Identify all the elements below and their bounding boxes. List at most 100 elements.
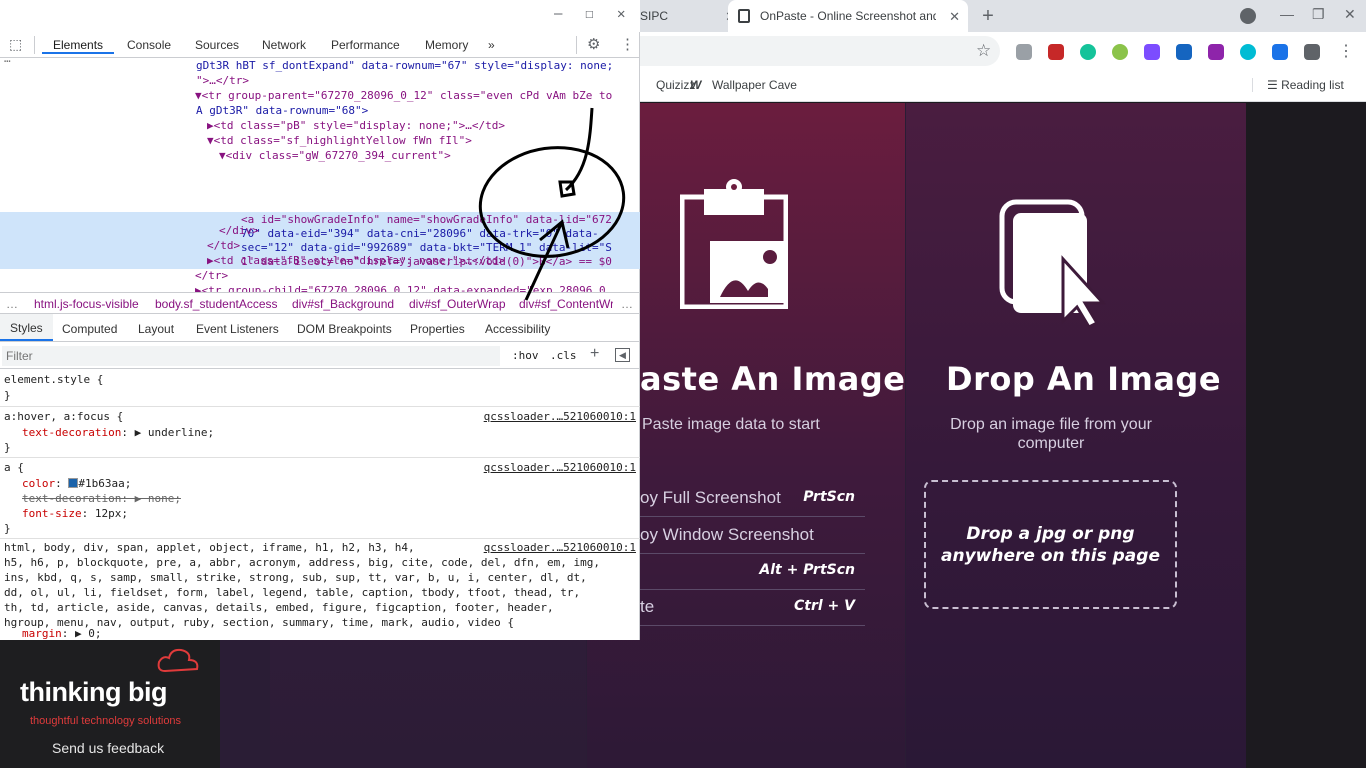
close-icon[interactable]: ✕ <box>617 6 625 22</box>
extension-icon[interactable] <box>1112 44 1128 60</box>
dom-line[interactable]: </tr> <box>195 268 228 283</box>
maximize-icon[interactable]: ☐ <box>585 6 593 22</box>
breadcrumb: … html.js-focus-visible body.sf_studentA… <box>0 292 640 314</box>
address-bar[interactable] <box>640 36 1000 66</box>
subtab-styles[interactable]: Styles <box>0 314 53 341</box>
bookmark-wallpaper-cave[interactable]: Wallpaper Cave <box>712 78 797 92</box>
dom-line[interactable]: ">…</tr> <box>196 73 249 88</box>
breadcrumb-item[interactable]: html.js-focus-visible <box>34 297 139 311</box>
add-rule-icon[interactable]: + <box>590 345 599 363</box>
extension-icon[interactable] <box>1176 44 1192 60</box>
shortcut-row-full[interactable]: oy Full Screenshot PrtScn <box>640 481 865 517</box>
zoom-icon[interactable] <box>1272 44 1288 60</box>
new-tab-button[interactable]: + <box>978 0 998 32</box>
extension-icon[interactable] <box>1144 44 1160 60</box>
dom-line[interactable]: ▶<td class="fB" style="display: none;">…… <box>207 253 505 268</box>
property-value: 12px; <box>94 507 128 520</box>
devtools-tabs: ⬚ Elements Console Sources Network Perfo… <box>0 32 640 58</box>
breadcrumb-item[interactable]: div#sf_OuterWrap <box>409 297 506 311</box>
rule-source-link[interactable]: qcssloader.…521060010:1 <box>484 409 636 424</box>
close-window-icon[interactable]: ✕ <box>1344 6 1356 23</box>
grammarly-icon[interactable] <box>1080 44 1096 60</box>
subtab-layout[interactable]: Layout <box>138 322 174 336</box>
breadcrumb-more[interactable]: … <box>621 297 633 311</box>
divider <box>576 36 577 54</box>
extension-icon[interactable] <box>1208 44 1224 60</box>
more-options-icon[interactable]: ⋮ <box>620 35 635 53</box>
subtab-computed[interactable]: Computed <box>62 322 117 336</box>
style-declaration[interactable]: margin: ▶ 0; <box>22 626 102 640</box>
tab-sipc[interactable]: SIPC ✕ <box>640 0 736 32</box>
rule-selector: dd, ol, ul, li, fieldset, form, label, l… <box>4 586 581 599</box>
property-name: text-decoration <box>22 426 122 439</box>
divider <box>0 457 640 458</box>
breadcrumb-item[interactable]: div#sf_Background <box>292 297 394 311</box>
rule-selector: html, body, div, span, applet, object, i… <box>4 541 415 554</box>
extension-icon[interactable] <box>1016 44 1032 60</box>
dom-line[interactable]: ▼<tr group-parent="67270_28096_0_12" cla… <box>195 88 612 103</box>
tab-search-icon[interactable] <box>1240 8 1256 24</box>
tab-performance[interactable]: Performance <box>331 38 400 52</box>
dom-line[interactable]: </div> <box>219 223 259 238</box>
style-declaration[interactable]: text-decoration: ▶ underline; <box>22 425 214 440</box>
dom-line[interactable]: ▼<div class="gW_67270_394_current"> <box>219 148 451 163</box>
gear-icon[interactable]: ⚙ <box>587 35 600 53</box>
tab-console[interactable]: Console <box>127 38 171 52</box>
restore-icon[interactable]: ❐ <box>1312 6 1325 23</box>
breadcrumb-more[interactable]: … <box>6 297 18 311</box>
dom-line[interactable]: ▼<td class="sf_highlightYellow fWn fIl"> <box>207 133 472 148</box>
close-icon[interactable]: ✕ <box>949 9 960 25</box>
logo-tagline: thoughtful technology solutions <box>30 715 182 727</box>
subtab-properties[interactable]: Properties <box>410 322 465 336</box>
shortcut-row-window-key[interactable]: Alt + PrtScn <box>640 554 865 590</box>
breadcrumb-item[interactable]: div#sf_ContentWr <box>519 297 613 311</box>
shortcut-key: Alt + PrtScn <box>759 562 855 578</box>
color-swatch[interactable] <box>68 478 79 488</box>
style-declaration[interactable]: color: #1b63aa; <box>22 476 131 491</box>
shortcut-row-paste[interactable]: te Ctrl + V <box>640 590 865 626</box>
minimize-icon[interactable]: — <box>554 6 562 22</box>
tab-memory[interactable]: Memory <box>425 38 468 52</box>
element-style-selector: element.style { <box>4 373 104 386</box>
style-declaration[interactable]: font-size: 12px; <box>22 506 128 521</box>
toggle-sidebar-icon[interactable]: ◀ <box>615 348 630 362</box>
dropzone[interactable]: Drop a jpg or png anywhere on this page <box>924 480 1177 609</box>
dom-line[interactable]: gDt3R hBT sf_dontExpand" data-rownum="67… <box>196 58 613 73</box>
tab-strip: SIPC ✕ OnPaste - Online Screenshot and ✕… <box>640 0 1366 32</box>
dom-line[interactable]: </td> <box>207 238 240 253</box>
dom-line[interactable]: 70" data-eid="394" data-cni="28096" data… <box>241 226 599 241</box>
paste-title: aste An Image <box>640 360 906 398</box>
menu-icon[interactable]: ⋮ <box>1338 41 1354 61</box>
tab-network[interactable]: Network <box>262 38 306 52</box>
tab-onpaste[interactable]: OnPaste - Online Screenshot and ✕ <box>728 0 968 32</box>
subtab-event-listeners[interactable]: Event Listeners <box>196 322 279 336</box>
reading-list-button[interactable]: ☰ Reading list <box>1252 78 1344 92</box>
inspect-icon[interactable]: ⬚ <box>9 36 22 53</box>
cls-toggle[interactable]: .cls <box>550 349 577 362</box>
tab-sources[interactable]: Sources <box>195 38 239 52</box>
rule-source-link[interactable]: qcssloader.…521060010:1 <box>484 540 636 555</box>
tab-elements[interactable]: Elements <box>42 38 115 54</box>
send-feedback-link[interactable]: Send us feedback <box>52 740 164 756</box>
star-icon[interactable]: ☆ <box>976 41 991 61</box>
breadcrumb-item[interactable]: body.sf_studentAccess <box>155 297 278 311</box>
extension-icon[interactable] <box>1240 44 1256 60</box>
dom-line[interactable]: A gDt3R" data-rownum="68"> <box>196 103 368 118</box>
wallpaper-cave-icon: W <box>690 78 702 92</box>
rule-close: } <box>4 441 11 454</box>
filter-input[interactable] <box>2 346 500 366</box>
shortcut-row-window[interactable]: oy Window Screenshot <box>640 518 865 554</box>
rule-source-link[interactable]: qcssloader.…521060010:1 <box>484 460 636 475</box>
more-tabs-button[interactable]: » <box>488 38 495 52</box>
tab-title: SIPC <box>640 9 669 23</box>
puzzle-icon[interactable] <box>1304 44 1320 60</box>
subtab-dom-breakpoints[interactable]: DOM Breakpoints <box>297 322 392 336</box>
dom-line[interactable]: ▶<tr group-child="67270_28096_0_12" data… <box>195 283 606 292</box>
extension-icon[interactable] <box>1048 44 1064 60</box>
hov-toggle[interactable]: :hov <box>512 349 539 362</box>
overridden-declaration[interactable]: text-decoration: ▶ none; <box>22 491 181 506</box>
dom-line[interactable]: <a id="showGradeInfo" name="showGradeInf… <box>241 212 612 227</box>
minimize-icon[interactable]: — <box>1280 6 1294 22</box>
dom-line[interactable]: ▶<td class="pB" style="display: none;">…… <box>207 118 505 133</box>
subtab-accessibility[interactable]: Accessibility <box>485 322 550 336</box>
